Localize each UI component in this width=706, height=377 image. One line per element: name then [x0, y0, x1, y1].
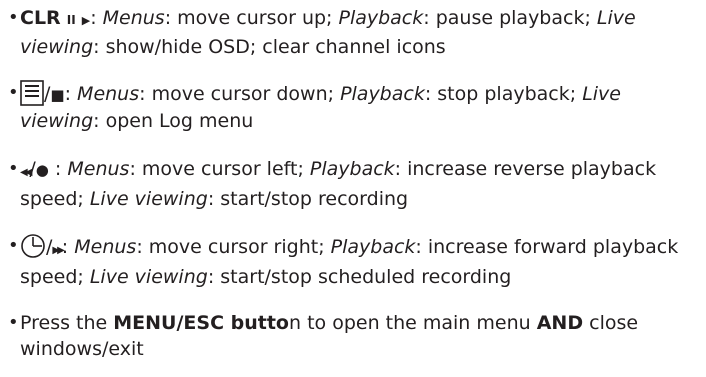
list-icon [20, 80, 44, 106]
menus-label: Menus [102, 7, 165, 29]
play-icon: ▶ [81, 14, 91, 27]
menus-label: Menus [77, 83, 140, 105]
list-item-rewind: • ◀◀/● : Menus: move cursor left; Playba… [8, 158, 657, 210]
bullet: • [8, 235, 19, 256]
menus-label: Menus [74, 236, 137, 258]
menus-action: : move cursor up; [164, 7, 339, 29]
live-viewing-action: : open Log menu [93, 110, 254, 132]
live-viewing-label: Live viewing [89, 266, 208, 288]
live-viewing-action: : start/stop scheduled recording [207, 266, 512, 288]
rewind-icon: ◀◀ [20, 167, 33, 178]
clr-label: CLR [20, 7, 61, 29]
stop-icon: ■ [50, 86, 65, 104]
list-item-menu-esc: • Press the MENU/ESC button to open the … [8, 312, 639, 360]
menus-action: : move cursor down; [139, 83, 341, 105]
live-viewing-action: : show/hide OSD; clear channel icons [93, 36, 446, 58]
playback-label: Playback [330, 236, 416, 258]
menus-action: : move cursor right; [136, 236, 331, 258]
live-viewing-label: Live viewing [89, 188, 208, 210]
list-item-list: • /■: Menus: move cursor down; Playback:… [8, 80, 621, 132]
playback-action: : stop playback; [424, 83, 583, 105]
list-item-clr: • CLR II ▶: Menus: move cursor up; Playb… [8, 7, 636, 58]
fast-forward-icon: ▶▶ [52, 245, 65, 256]
menu-esc-button-label: MENU/ESC butto [113, 312, 289, 334]
bullet: • [8, 312, 19, 333]
bullet: • [8, 158, 19, 179]
playback-label: Playback [340, 83, 425, 105]
pause-icon: II [66, 13, 76, 27]
playback-action: : pause playback; [423, 7, 597, 29]
live-viewing-action: : start/stop recording [207, 188, 409, 210]
bullet: • [8, 7, 19, 28]
clock-icon [21, 234, 45, 258]
playback-label: Playback [338, 7, 424, 29]
playback-label: Playback [309, 158, 395, 180]
bullet: • [8, 82, 19, 103]
list-item-clock: • /▶▶: Menus: move cursor right; Playbac… [8, 234, 679, 288]
menus-label: Menus [67, 158, 130, 180]
button-function-list: • CLR II ▶: Menus: move cursor up; Playb… [8, 0, 704, 362]
record-icon: ● [35, 161, 49, 179]
and-emphasis: AND [536, 312, 584, 334]
menus-action: : move cursor left; [129, 158, 310, 180]
